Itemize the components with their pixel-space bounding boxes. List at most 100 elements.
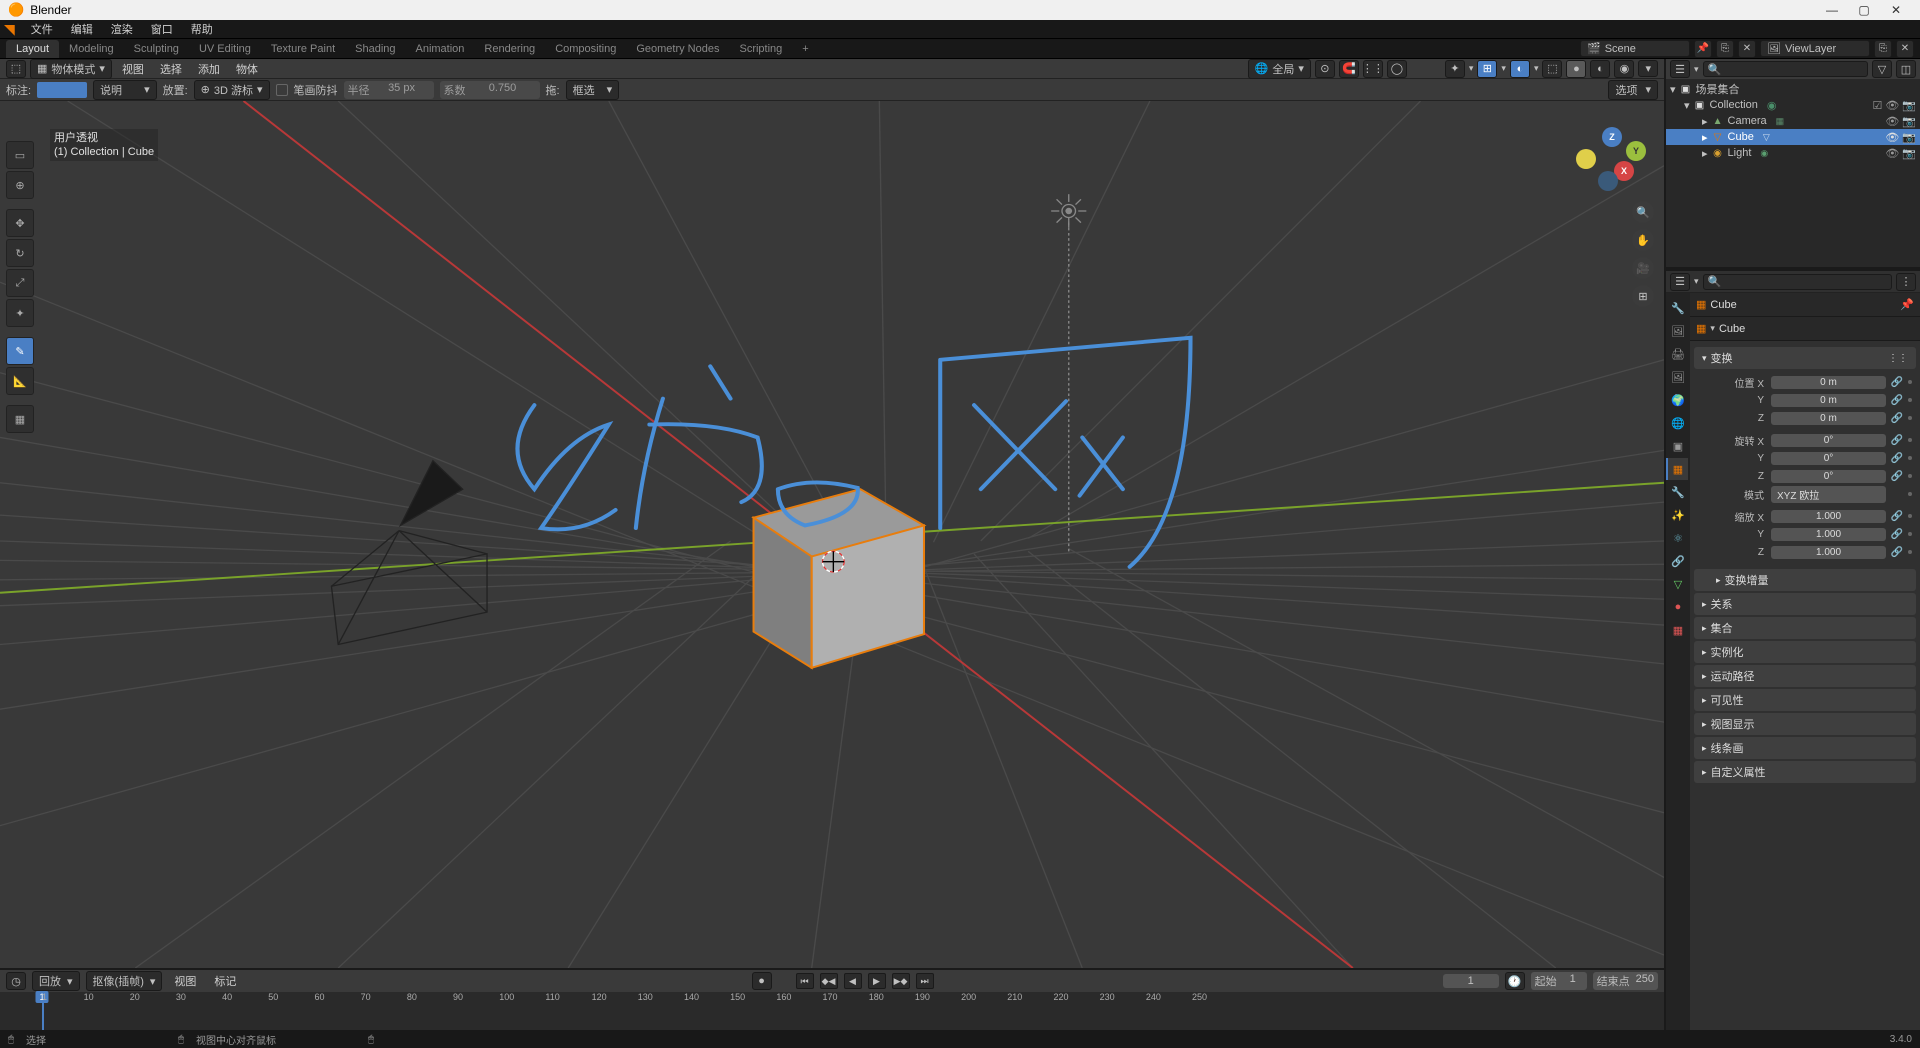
tl-marker[interactable]: 标记: [208, 971, 242, 991]
menu-edit[interactable]: 编辑: [63, 19, 101, 39]
tool-scale[interactable]: ⤢: [6, 269, 34, 297]
panel-visibility[interactable]: ▸可见性: [1694, 689, 1916, 711]
tab-modeling[interactable]: Modeling: [59, 40, 124, 58]
render-icon[interactable]: 📷: [1902, 99, 1916, 112]
chevron-down-icon[interactable]: ▾: [1534, 63, 1539, 74]
panel-lineart[interactable]: ▸线条画: [1694, 737, 1916, 759]
panel-relations[interactable]: ▸关系: [1694, 593, 1916, 615]
loc-z[interactable]: 0 m: [1771, 412, 1886, 425]
ptab-modifiers[interactable]: 🔧: [1666, 481, 1688, 503]
clock-icon[interactable]: 🕐: [1505, 972, 1525, 990]
snap-toggle[interactable]: 🧲: [1339, 60, 1359, 78]
chevron-down-icon[interactable]: ▾: [1694, 64, 1699, 75]
outliner-search[interactable]: 🔍: [1703, 61, 1868, 77]
menu-object[interactable]: 物体: [230, 59, 264, 79]
panel-customprops[interactable]: ▸自定义属性: [1694, 761, 1916, 783]
ptab-render[interactable]: 🖼: [1666, 320, 1688, 342]
tool-annotate[interactable]: ✎: [6, 337, 34, 365]
props-search[interactable]: 🔍: [1703, 274, 1892, 290]
rot-y[interactable]: 0°: [1771, 452, 1886, 465]
ptab-viewlayer[interactable]: 🖼: [1666, 366, 1688, 388]
tool-cursor[interactable]: ⊕: [6, 171, 34, 199]
tool-addcube[interactable]: ▦: [6, 405, 34, 433]
ptab-output[interactable]: 🖨: [1666, 343, 1688, 365]
editor-type-icon[interactable]: ⬚: [6, 60, 26, 78]
ptab-collection[interactable]: ▣: [1666, 435, 1688, 457]
outliner-editor-icon[interactable]: ☰: [1670, 60, 1690, 78]
panel-instancing[interactable]: ▸实例化: [1694, 641, 1916, 663]
ptab-constraints[interactable]: 🔗: [1666, 550, 1688, 572]
menu-view[interactable]: 视图: [116, 59, 150, 79]
shading-opts[interactable]: ▾: [1638, 60, 1658, 77]
tab-layout[interactable]: Layout: [6, 40, 59, 58]
menu-add[interactable]: 添加: [192, 59, 226, 79]
current-frame[interactable]: 1: [1443, 974, 1499, 988]
ptab-world[interactable]: 🌐: [1666, 412, 1688, 434]
ptab-particles[interactable]: ✨: [1666, 504, 1688, 526]
scl-z[interactable]: 1.000: [1771, 546, 1886, 559]
timeline-editor-icon[interactable]: ◷: [6, 972, 26, 990]
shade-matprev-icon[interactable]: ◐: [1590, 60, 1610, 78]
newcoll-icon[interactable]: ◫: [1896, 60, 1916, 78]
tab-compositing[interactable]: Compositing: [545, 40, 626, 58]
overlays-toggle[interactable]: ⊞: [1477, 60, 1497, 78]
axis-y[interactable]: Y: [1626, 141, 1646, 161]
keying-dd[interactable]: 抠像(插帧)▾: [86, 971, 163, 991]
axis-neg[interactable]: [1576, 149, 1596, 169]
mode-dropdown[interactable]: ▦ 物体模式 ▾: [30, 59, 112, 79]
tab-animation[interactable]: Animation: [406, 40, 475, 58]
panel-motionpaths[interactable]: ▸运动路径: [1694, 665, 1916, 687]
options-icon[interactable]: ⋮: [1896, 273, 1916, 291]
end-frame[interactable]: 结束点250: [1593, 972, 1658, 990]
scene-new-icon[interactable]: ⎘: [1716, 40, 1734, 58]
scene-pin-icon[interactable]: 📌: [1694, 40, 1712, 58]
play-icon[interactable]: ▶: [868, 973, 886, 989]
menu-help[interactable]: 帮助: [183, 19, 221, 39]
tab-rendering[interactable]: Rendering: [474, 40, 545, 58]
maximize-button[interactable]: ▢: [1848, 3, 1880, 17]
tool-transform[interactable]: ✦: [6, 299, 34, 327]
axis-z[interactable]: Z: [1602, 127, 1622, 147]
shade-solid-icon[interactable]: ●: [1566, 60, 1586, 78]
render-icon[interactable]: 📷: [1902, 147, 1916, 160]
play-rev-icon[interactable]: ◀: [844, 973, 862, 989]
filter-icon[interactable]: ▽: [1872, 60, 1892, 78]
scene-del-icon[interactable]: ✕: [1738, 40, 1756, 58]
tab-add[interactable]: +: [792, 40, 818, 58]
nav-gizmo[interactable]: Z Y X: [1576, 129, 1646, 199]
options-dropdown[interactable]: 选项▾: [1608, 80, 1658, 100]
rot-z[interactable]: 0°: [1771, 470, 1886, 483]
panel-transform[interactable]: ▾变换⋮⋮: [1694, 347, 1916, 369]
eye-icon[interactable]: 👁: [1885, 131, 1899, 144]
viewlayer-selector[interactable]: 🖼 ViewLayer: [1760, 40, 1870, 57]
panel-collections[interactable]: ▸集合: [1694, 617, 1916, 639]
start-frame[interactable]: 起始1: [1531, 972, 1587, 990]
orientation-dropdown[interactable]: 🌐 全局 ▾: [1248, 59, 1311, 79]
eye-icon[interactable]: 👁: [1885, 147, 1899, 160]
placement-dropdown[interactable]: ⊕ 3D 游标 ▾: [194, 80, 270, 100]
keyframe-prev-icon[interactable]: ◆◀: [820, 973, 838, 989]
chevron-down-icon[interactable]: ▾: [1469, 63, 1474, 74]
ptab-texture[interactable]: ▦: [1666, 619, 1688, 641]
menu-file[interactable]: 文件: [23, 19, 61, 39]
tab-geonodes[interactable]: Geometry Nodes: [626, 40, 729, 58]
shade-render-icon[interactable]: ◉: [1614, 60, 1634, 78]
checkbox-icon[interactable]: ☑: [1872, 99, 1882, 112]
autokey-icon[interactable]: ●: [752, 972, 772, 990]
jump-end-icon[interactable]: ⏭: [916, 973, 934, 989]
minimize-button[interactable]: —: [1816, 3, 1848, 17]
tool-rotate[interactable]: ↻: [6, 239, 34, 267]
axis-neg2[interactable]: [1598, 171, 1618, 191]
tab-sculpting[interactable]: Sculpting: [124, 40, 189, 58]
ptab-object[interactable]: ▦: [1666, 458, 1688, 480]
link-icon[interactable]: 🔗: [1889, 374, 1905, 390]
render-icon[interactable]: 📷: [1902, 131, 1916, 144]
scl-x[interactable]: 1.000: [1771, 510, 1886, 523]
snap-type-icon[interactable]: ⋮⋮: [1363, 60, 1383, 78]
chevron-down-icon[interactable]: ▾: [1694, 276, 1699, 287]
tab-uvediting[interactable]: UV Editing: [189, 40, 261, 58]
factor-field[interactable]: 系数 0.750: [440, 81, 540, 99]
menu-render[interactable]: 渲染: [103, 19, 141, 39]
ptab-material[interactable]: ●: [1666, 596, 1688, 618]
tool-select[interactable]: ▭: [6, 141, 34, 169]
